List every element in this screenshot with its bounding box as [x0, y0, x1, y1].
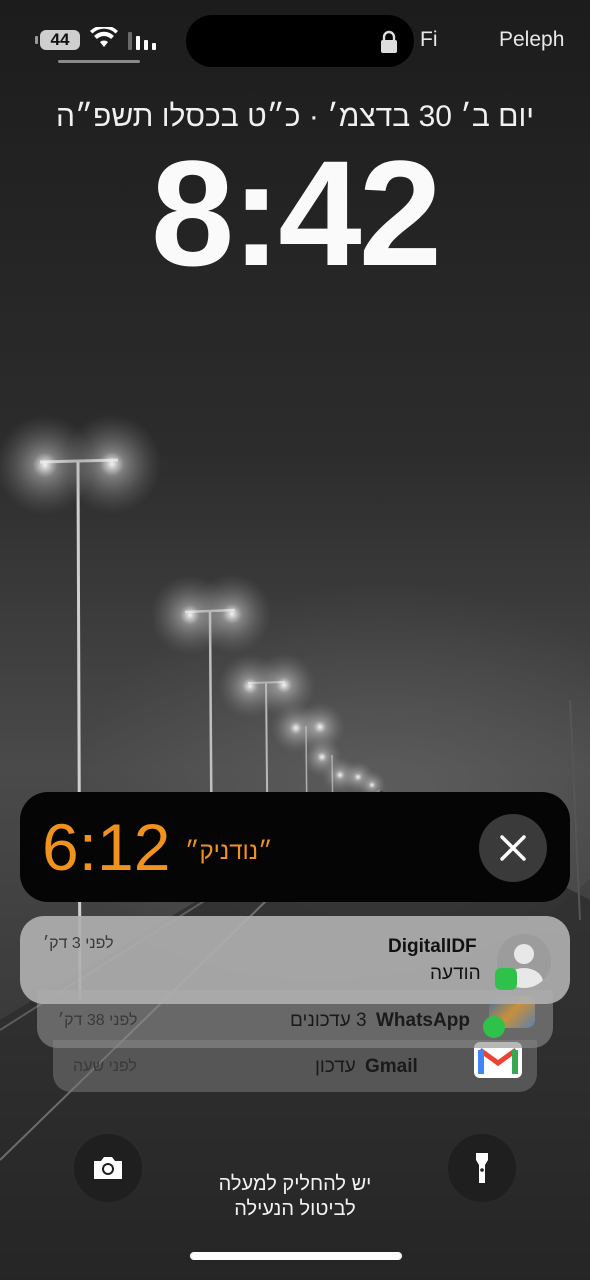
whatsapp-time: לפני 38 דק׳ [58, 1012, 138, 1029]
whatsapp-text: 3 עדכונים [290, 1010, 367, 1031]
home-indicator[interactable] [190, 1252, 402, 1260]
battery-indicator: 44 [35, 30, 80, 50]
status-bar: 44 Fi Peleph [0, 0, 590, 80]
gmail-app-name: Gmail [365, 1056, 418, 1077]
unlock-hint-line2: לביטול הנעילה [234, 1198, 356, 1220]
camera-icon [94, 1157, 122, 1179]
notification-time: לפני 3 דק׳ [43, 935, 114, 952]
gmail-time: לפני שעה [73, 1058, 137, 1075]
lock-screen-clock[interactable]: 8:42 [0, 138, 590, 288]
cellular-signal-icon [128, 32, 156, 50]
unlock-hint-line1: יש להחליק למעלה [218, 1173, 372, 1195]
whatsapp-badge [483, 1016, 505, 1038]
lock-icon [381, 30, 397, 53]
flashlight-button[interactable] [448, 1134, 516, 1202]
carrier-name: Peleph [499, 28, 565, 51]
flashlight-icon [476, 1153, 488, 1183]
timer-cancel-button[interactable] [479, 814, 547, 882]
close-icon [500, 835, 526, 861]
whatsapp-app-name: WhatsApp [376, 1010, 470, 1031]
wifi-icon [90, 27, 118, 47]
unlock-hint: יש להחליק למעלה לביטול הנעילה [145, 1172, 445, 1222]
wifi-label: Fi [420, 28, 438, 51]
timer-label: ״נודניק״ [185, 838, 273, 865]
timer-live-activity[interactable]: 6:12 ״נודניק״ [20, 792, 570, 902]
timer-remaining: 6:12 [42, 810, 171, 884]
notification-subtitle: הודעה [430, 963, 481, 984]
camera-button[interactable] [74, 1134, 142, 1202]
notification-digitalidf[interactable]: DigitalIDF הודעה לפני 3 דק׳ [20, 916, 570, 1004]
gmail-text: עדכון [315, 1056, 356, 1077]
status-underline [58, 60, 140, 63]
messages-badge [495, 968, 517, 990]
notification-app-name: DigitalIDF [388, 936, 477, 957]
